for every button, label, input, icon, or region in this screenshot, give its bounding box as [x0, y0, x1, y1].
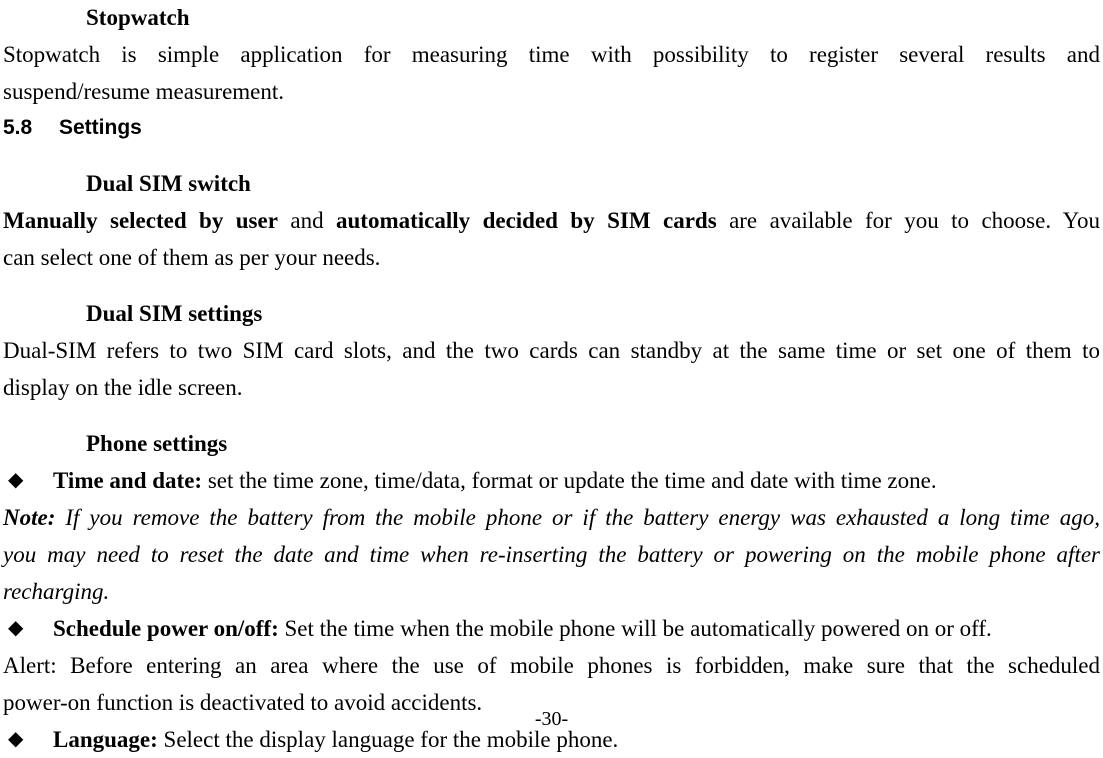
- bullet-description-schedule-power: Set the time when the mobile phone will …: [278, 616, 992, 641]
- dual-sim-switch-bold-1: Manually selected by user: [3, 208, 278, 233]
- bullet-term-schedule-power: Schedule power on/off:: [53, 616, 279, 641]
- dual-sim-switch-heading: Dual SIM switch: [86, 171, 251, 196]
- dual-sim-switch-paragraph-line-1: Manually selected by user and automatica…: [3, 202, 1100, 239]
- note-text-line-1: If you remove the battery from the mobil…: [55, 505, 1100, 530]
- diamond-bullet-icon: ◆: [8, 469, 24, 491]
- dual-sim-settings-paragraph: Dual-SIM refers to two SIM card slots, a…: [3, 332, 1100, 406]
- dual-sim-switch-plain-1: and: [277, 208, 336, 233]
- stopwatch-paragraph-line-2: suspend/resume measurement.: [3, 79, 285, 104]
- stopwatch-paragraph: Stopwatch is simple application for meas…: [3, 36, 1100, 110]
- alert-paragraph-line-1: Alert: Before entering an area where the…: [3, 653, 1100, 678]
- phone-settings-heading: Phone settings: [86, 431, 228, 456]
- bullet-item-time-and-date: ◆ Time and date: set the time zone, time/…: [3, 462, 1100, 499]
- dual-sim-switch-bold-2: automatically decided by SIM cards: [336, 208, 717, 233]
- dual-sim-switch-paragraph-line-2: can select one of them as per your needs…: [3, 245, 381, 270]
- bullet-item-schedule-power: ◆ Schedule power on/off: Set the time whe…: [3, 610, 1100, 647]
- note-paragraph: Note: If you remove the battery from the…: [3, 499, 1100, 610]
- dual-sim-settings-paragraph-line-1: Dual-SIM refers to two SIM card slots, a…: [3, 338, 1100, 363]
- note-paragraph-line-1: Note: If you remove the battery from the…: [3, 499, 1100, 536]
- document-page: Stopwatch Stopwatch is simple applicatio…: [0, 0, 1103, 752]
- bullet-term-time-and-date: Time and date:: [53, 468, 203, 493]
- dual-sim-settings-paragraph-line-2: display on the idle screen.: [3, 375, 243, 400]
- diamond-bullet-icon: ◆: [8, 617, 24, 639]
- note-label: Note:: [3, 505, 56, 530]
- note-paragraph-line-2: you may need to reset the date and time …: [3, 542, 1100, 567]
- stopwatch-paragraph-line-1: Stopwatch is simple application for meas…: [3, 42, 1100, 67]
- dual-sim-switch-plain-2: are available for you to choose. You: [716, 208, 1100, 233]
- section-title: Settings: [59, 116, 142, 139]
- note-paragraph-line-3: recharging.: [3, 579, 110, 604]
- bullet-description-time-and-date: set the time zone, time/data, format or …: [202, 468, 937, 493]
- dual-sim-switch-paragraph: Manually selected by user and automatica…: [3, 202, 1100, 276]
- section-number: 5.8: [3, 116, 33, 139]
- dual-sim-settings-heading: Dual SIM settings: [86, 301, 263, 326]
- section-heading-settings: 5.8 Settings: [3, 110, 1100, 146]
- stopwatch-heading: Stopwatch: [86, 5, 190, 30]
- page-number: -30-: [534, 708, 569, 730]
